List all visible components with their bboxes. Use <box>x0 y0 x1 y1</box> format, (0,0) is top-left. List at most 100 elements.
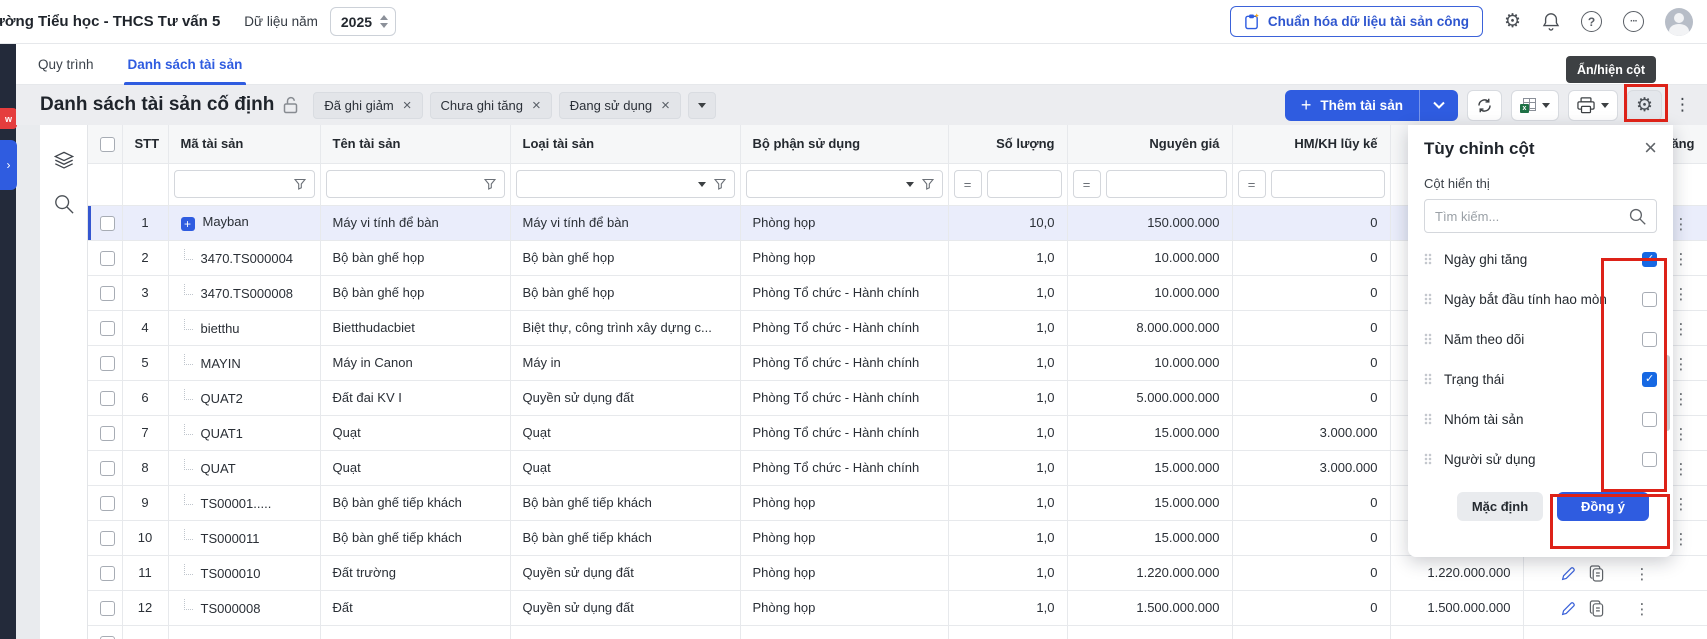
toolbar-more-button[interactable]: ⋮ <box>1671 95 1694 115</box>
row-checkbox[interactable] <box>100 251 115 266</box>
layers-icon[interactable] <box>53 151 75 172</box>
row-checkbox[interactable] <box>100 461 115 476</box>
drag-handle-icon[interactable] <box>1424 333 1432 345</box>
filter-funnel-icon[interactable] <box>922 178 934 190</box>
filter-loai-tai-san[interactable] <box>516 170 735 198</box>
row-checkbox[interactable] <box>100 426 115 441</box>
filter-chip-da-ghi-giam[interactable]: Đã ghi giảm × <box>313 92 422 119</box>
column-settings-button[interactable]: ⚙ <box>1627 90 1662 121</box>
row-menu-icon[interactable]: ⋮ <box>1674 530 1689 548</box>
column-toggle-item[interactable]: Nhóm tài sản <box>1408 399 1673 439</box>
filter-funnel-icon[interactable] <box>714 178 726 190</box>
row-checkbox[interactable] <box>100 356 115 371</box>
column-toggle-item[interactable]: Ngày bắt đầu tính hao mòn <box>1408 279 1673 319</box>
lock-open-icon[interactable] <box>283 96 299 114</box>
column-toggle-checkbox[interactable] <box>1642 412 1657 427</box>
filter-ma-tai-san[interactable] <box>174 170 315 198</box>
filter-hm-kh-luy-ke-operator[interactable]: = <box>1238 170 1266 198</box>
search-icon[interactable] <box>54 194 74 214</box>
row-menu-icon[interactable]: ⋮ <box>1674 460 1689 478</box>
drag-handle-icon[interactable] <box>1424 293 1432 305</box>
row-checkbox[interactable] <box>100 566 115 581</box>
col-loai-tai-san[interactable]: Loại tài sản <box>510 125 740 163</box>
row-menu-icon[interactable]: ⋮ <box>1674 285 1689 303</box>
table-row[interactable]: 11TS000010Đất trườngQuyền sử dụng đấtPhò… <box>88 555 1707 590</box>
drag-handle-icon[interactable] <box>1424 413 1432 425</box>
chip-close-icon[interactable]: × <box>532 98 541 113</box>
filter-hm-kh-luy-ke[interactable] <box>1271 170 1385 198</box>
row-checkbox[interactable] <box>100 636 115 639</box>
drag-handle-icon[interactable] <box>1424 373 1432 385</box>
notifications-bell-icon[interactable] <box>1542 12 1560 31</box>
table-row[interactable]: 12TS000008ĐấtQuyền sử dụng đấtPhòng họp1… <box>88 590 1707 625</box>
copy-icon[interactable] <box>1589 600 1604 617</box>
settings-gear-icon[interactable]: ⚙ <box>1504 12 1521 31</box>
row-checkbox[interactable] <box>100 531 115 546</box>
close-icon[interactable]: × <box>1644 139 1657 157</box>
row-menu-icon[interactable]: ⋮ <box>1674 320 1689 338</box>
row-menu-icon[interactable]: ⋮ <box>1674 390 1689 408</box>
export-excel-button[interactable]: x <box>1511 90 1559 121</box>
row-checkbox[interactable] <box>100 391 115 406</box>
row-menu-icon[interactable]: ⋮ <box>1674 425 1689 443</box>
refresh-button[interactable] <box>1467 90 1502 121</box>
filter-funnel-icon[interactable] <box>484 178 496 190</box>
add-asset-dropdown-button[interactable] <box>1419 90 1458 121</box>
column-toggle-item[interactable]: Năm theo dõi <box>1408 319 1673 359</box>
normalize-assets-button[interactable]: Chuẩn hóa dữ liệu tài sản công <box>1230 6 1483 37</box>
column-toggle-item[interactable]: Người sử dụng <box>1408 439 1673 479</box>
column-toggle-checkbox[interactable] <box>1642 452 1657 467</box>
year-spinner-icon[interactable] <box>380 15 388 28</box>
default-button[interactable]: Mặc định <box>1457 492 1543 521</box>
filter-chip-chua-ghi-tang[interactable]: Chưa ghi tăng × <box>430 92 552 119</box>
tab-danh-sach-tai-san[interactable]: Danh sách tài sản <box>128 44 243 85</box>
filter-bo-phan-su-dung[interactable] <box>746 170 943 198</box>
expand-plus-icon[interactable]: + <box>181 217 195 231</box>
filter-nguyen-gia-operator[interactable]: = <box>1073 170 1101 198</box>
row-menu-icon[interactable]: ⋮ <box>1635 565 1650 583</box>
chip-close-icon[interactable]: × <box>661 98 670 113</box>
edit-pencil-icon[interactable] <box>1560 566 1576 582</box>
col-ten-tai-san[interactable]: Tên tài sản <box>320 125 510 163</box>
tab-quy-trinh[interactable]: Quy trình <box>38 44 94 85</box>
edit-pencil-icon[interactable] <box>1560 601 1576 617</box>
filter-dropdown-button[interactable] <box>688 92 716 119</box>
copy-icon[interactable] <box>1589 565 1604 582</box>
help-icon[interactable]: ? <box>1581 11 1602 32</box>
drag-handle-icon[interactable] <box>1424 253 1432 265</box>
filter-so-luong[interactable] <box>987 170 1062 198</box>
column-toggle-checkbox[interactable] <box>1642 252 1657 267</box>
filter-nguyen-gia[interactable] <box>1106 170 1227 198</box>
column-toggle-checkbox[interactable] <box>1642 292 1657 307</box>
drag-handle-icon[interactable] <box>1424 453 1432 465</box>
row-checkbox[interactable] <box>100 601 115 616</box>
print-button[interactable] <box>1568 90 1618 121</box>
col-ma-tai-san[interactable]: Mã tài sản <box>168 125 320 163</box>
select-all-checkbox[interactable] <box>100 137 115 152</box>
sidebar-expand-button[interactable]: › <box>0 140 17 190</box>
row-menu-icon[interactable]: ⋮ <box>1635 600 1650 618</box>
row-checkbox[interactable] <box>100 216 115 231</box>
row-menu-icon[interactable]: ⋮ <box>1674 495 1689 513</box>
row-checkbox[interactable] <box>100 286 115 301</box>
row-checkbox[interactable] <box>100 496 115 511</box>
column-toggle-checkbox[interactable] <box>1642 332 1657 347</box>
filter-ten-tai-san[interactable] <box>326 170 505 198</box>
chip-close-icon[interactable]: × <box>403 98 412 113</box>
row-menu-icon[interactable]: ⋮ <box>1674 250 1689 268</box>
col-nguyen-gia[interactable]: Nguyên giá <box>1067 125 1232 163</box>
panel-scrollbar[interactable] <box>1664 355 1670 431</box>
row-menu-icon[interactable]: ⋮ <box>1674 215 1689 233</box>
year-select[interactable]: 2025 <box>330 7 396 36</box>
col-stt[interactable]: STT <box>122 125 168 163</box>
user-avatar[interactable] <box>1665 8 1693 36</box>
filter-so-luong-operator[interactable]: = <box>954 170 982 198</box>
add-asset-button[interactable]: + Thêm tài sản <box>1285 90 1419 121</box>
more-options-icon[interactable]: ··· <box>1623 11 1644 32</box>
filter-chip-dang-su-dung[interactable]: Đang sử dụng × <box>559 92 681 119</box>
column-toggle-item[interactable]: Ngày ghi tăng <box>1408 239 1673 279</box>
row-checkbox[interactable] <box>100 321 115 336</box>
column-toggle-checkbox[interactable] <box>1642 372 1657 387</box>
row-menu-icon[interactable]: ⋮ <box>1674 355 1689 373</box>
ok-button[interactable]: Đồng ý <box>1557 492 1649 521</box>
